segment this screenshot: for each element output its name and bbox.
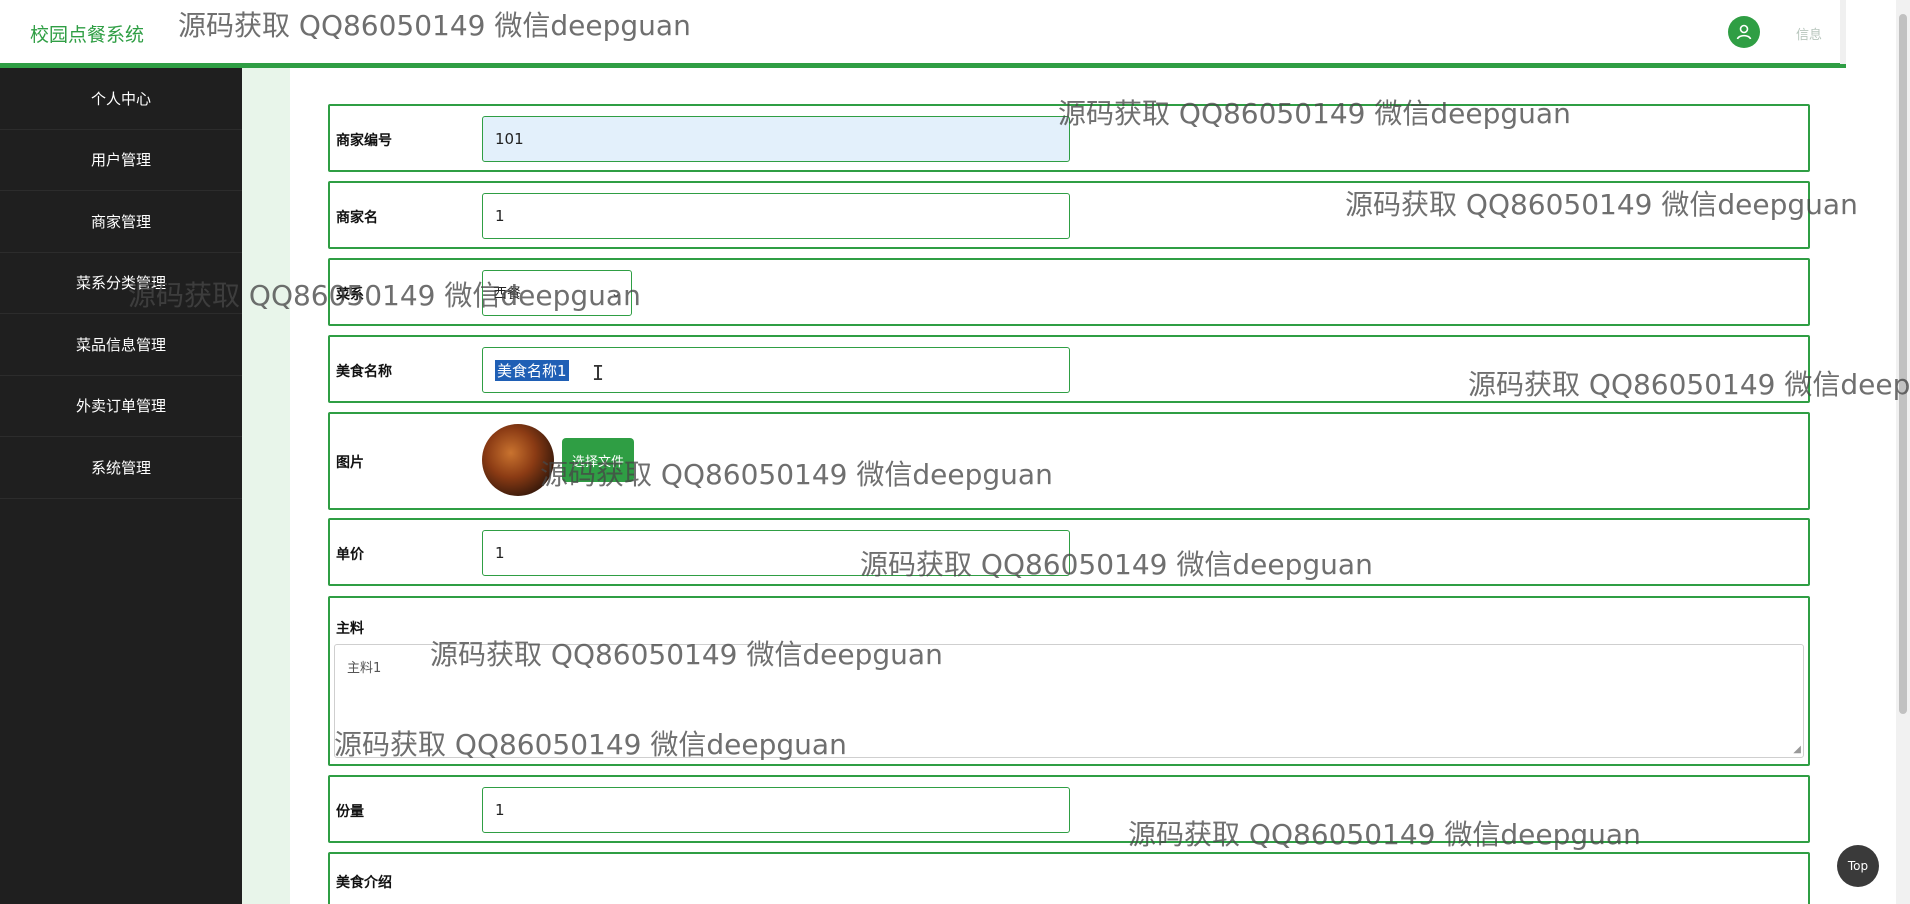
form-row-cuisine: 菜系 西餐 ⌄ <box>328 258 1810 326</box>
top-header: 校园点餐系统 信息 <box>0 0 1846 68</box>
form-row-merchant-no: 商家编号 101 <box>328 104 1810 172</box>
ingredients-textarea[interactable]: 主料1 ◢ <box>334 644 1804 758</box>
form-row-image: 图片 选择文件 <box>328 412 1810 510</box>
food-name-label: 美食名称 <box>336 364 392 380</box>
scrollbar-thumb[interactable] <box>1899 14 1907 714</box>
form-row-price: 单价 1 <box>328 518 1810 586</box>
food-thumbnail <box>482 424 554 496</box>
form-row-ingredients: 主料 主料1 ◢ <box>328 596 1810 766</box>
user-icon <box>1736 24 1752 40</box>
form-row-food-name: 美食名称 美食名称1 <box>328 335 1810 403</box>
cuisine-select[interactable]: 西餐 ⌄ <box>482 270 632 316</box>
food-name-selected-text: 美食名称1 <box>495 359 569 381</box>
app-title[interactable]: 校园点餐系统 <box>30 20 144 47</box>
header-shade <box>1840 0 1846 64</box>
sidebar-item-merchant-management[interactable]: 商家管理 <box>0 191 242 253</box>
sidebar-item-system-management[interactable]: 系统管理 <box>0 437 242 499</box>
sidebar-item-dish-info[interactable]: 菜品信息管理 <box>0 314 242 376</box>
sidebar-item-cuisine-category[interactable]: 菜系分类管理 <box>0 253 242 314</box>
user-avatar[interactable] <box>1728 16 1760 48</box>
resize-grip-icon[interactable]: ◢ <box>1793 744 1801 755</box>
intro-label: 美食介绍 <box>336 875 392 891</box>
back-to-top-button[interactable]: Top <box>1837 845 1879 887</box>
sidebar-item-user-management[interactable]: 用户管理 <box>0 130 242 191</box>
merchant-no-label: 商家编号 <box>336 133 392 149</box>
form-row-portion: 份量 1 <box>328 775 1810 843</box>
form-row-merchant-name: 商家名 1 <box>328 181 1810 249</box>
ingredients-label: 主料 <box>336 621 364 637</box>
portion-label: 份量 <box>336 804 364 820</box>
chevron-down-icon: ⌄ <box>610 286 621 300</box>
sidebar: 个人中心 用户管理 商家管理 菜系分类管理 菜品信息管理 外卖订单管理 系统管理 <box>0 68 242 904</box>
cuisine-label: 菜系 <box>336 287 364 303</box>
portion-field[interactable]: 1 <box>482 787 1070 833</box>
sidebar-item-personal-center[interactable]: 个人中心 <box>0 68 242 130</box>
choose-file-button[interactable]: 选择文件 <box>562 438 634 482</box>
merchant-name-label: 商家名 <box>336 210 378 226</box>
merchant-no-field[interactable]: 101 <box>482 116 1070 162</box>
user-info-link[interactable]: 信息 <box>1796 24 1822 43</box>
price-field[interactable]: 1 <box>482 530 1070 576</box>
price-label: 单价 <box>336 547 364 563</box>
image-label: 图片 <box>336 455 364 471</box>
sidebar-item-delivery-orders[interactable]: 外卖订单管理 <box>0 376 242 437</box>
page-scrollbar[interactable] <box>1896 0 1910 904</box>
text-cursor-icon: I <box>592 361 605 385</box>
ingredients-text: 主料1 <box>347 661 382 676</box>
cuisine-select-value: 西餐 <box>493 286 521 302</box>
form-row-intro: 美食介绍 <box>328 852 1810 904</box>
food-name-field[interactable]: 美食名称1 <box>482 347 1070 393</box>
merchant-name-field[interactable]: 1 <box>482 193 1070 239</box>
